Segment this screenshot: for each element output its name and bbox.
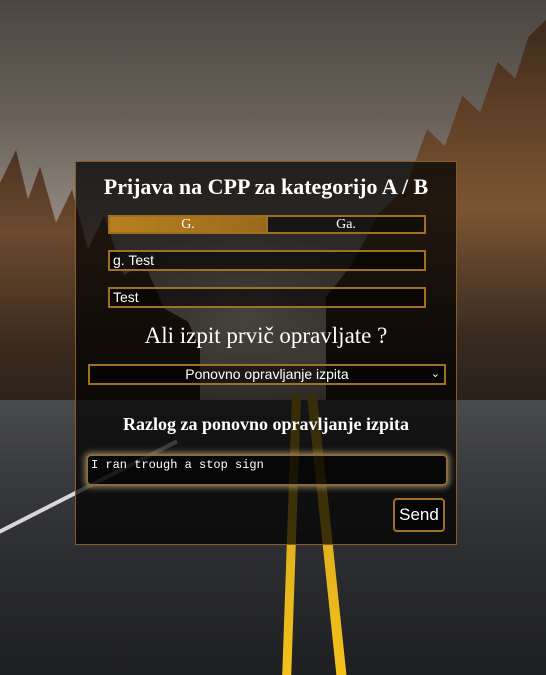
form-title: Prijava na CPP za kategorijo A / B bbox=[103, 174, 429, 199]
reason-textarea[interactable]: I ran trough a stop sign bbox=[86, 454, 448, 486]
exam-attempt-select-value: Ponovno opravljanje izpita bbox=[185, 366, 349, 382]
reason-heading: Razlog za ponovno opravljanje izpita bbox=[123, 414, 409, 434]
exam-attempt-select[interactable]: Ponovno opravljanje izpita ⌄ bbox=[88, 364, 446, 385]
chevron-down-icon: ⌄ bbox=[430, 368, 440, 380]
first-attempt-question: Ali izpit prvič opravljate ? bbox=[144, 323, 388, 348]
tab-g[interactable]: G. bbox=[110, 217, 266, 232]
tab-ga[interactable]: Ga. bbox=[266, 217, 424, 232]
name-input[interactable]: g. Test bbox=[108, 250, 426, 271]
send-button[interactable]: Send bbox=[393, 498, 445, 532]
registration-form: Prijava na CPP za kategorijo A / B G. Ga… bbox=[75, 161, 457, 545]
salutation-toggle: G. Ga. bbox=[108, 215, 426, 234]
surname-input[interactable]: Test bbox=[108, 287, 426, 308]
